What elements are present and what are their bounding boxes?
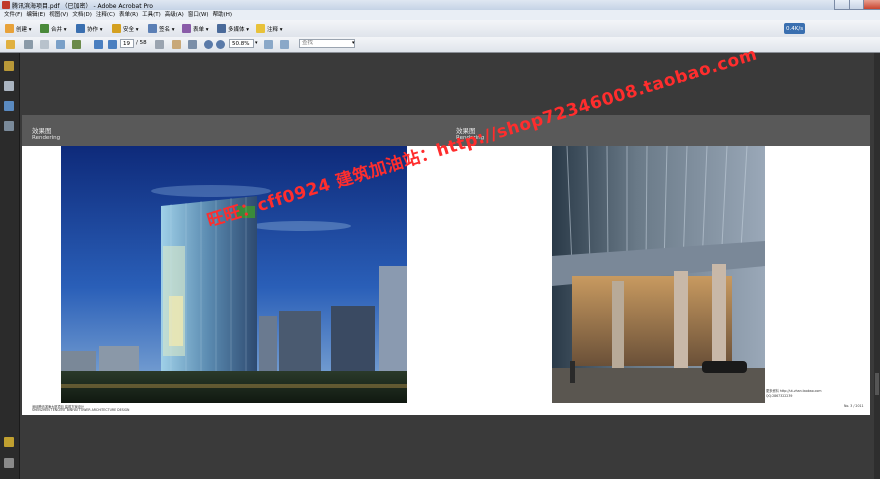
sign-button[interactable]: 签名 ▾ xyxy=(148,23,175,34)
multimedia-icon xyxy=(217,24,226,33)
save-icon[interactable] xyxy=(40,40,49,49)
menu-view[interactable]: 视图(V) xyxy=(49,10,68,20)
minimize-button[interactable] xyxy=(834,0,850,10)
document-page: 效果图 Rendering 效果图 Rendering 深圳腾讯滨海大厦项目 建… xyxy=(22,115,870,415)
scroll-area[interactable] xyxy=(874,53,880,479)
task-toolbar: 创建 ▾ 合并 ▾ 协作 ▾ 安全 ▾ 签名 ▾ 表单 ▾ 多媒体 ▾ 注释 ▾… xyxy=(0,20,880,38)
combine-button[interactable]: 合并 ▾ xyxy=(40,23,67,34)
footer-page-number: No. 3 / 2011 xyxy=(844,404,864,408)
network-speed-badge: 0.4K/s xyxy=(784,23,806,34)
signatures-icon[interactable] xyxy=(4,121,14,131)
zoom-level-field[interactable]: 50.8% xyxy=(229,39,254,48)
close-button[interactable] xyxy=(863,0,880,10)
window-title: 腾讯滨海项目.pdf （已加密） - Adobe Acrobat Pro xyxy=(12,3,153,10)
comment-icon xyxy=(256,24,265,33)
combine-icon xyxy=(40,24,49,33)
fit-page-icon[interactable] xyxy=(264,40,273,49)
acrobat-icon xyxy=(2,1,10,9)
menu-help[interactable]: 帮助(H) xyxy=(213,10,232,20)
page-total: / 58 xyxy=(136,40,147,46)
select-tool-icon[interactable] xyxy=(155,40,164,49)
page-number-field[interactable]: 19 xyxy=(120,39,134,48)
menu-bar: 文件(F) 编辑(E) 视图(V) 文档(D) 注释(C) 表单(R) 工具(T) 高级(A)… xyxy=(0,10,880,20)
maximize-button[interactable] xyxy=(849,0,864,10)
title-bar: 腾讯滨海项目.pdf （已加密） - Adobe Acrobat Pro xyxy=(0,0,880,10)
footer-project-name-en: SHENZHEN TENCENT BINHAI TOWER ARCHITECTU… xyxy=(32,408,130,412)
pages-icon[interactable] xyxy=(4,81,14,91)
email-icon[interactable] xyxy=(56,40,65,49)
collaborate-button[interactable]: 协作 ▾ xyxy=(76,23,103,34)
open-folder-icon[interactable] xyxy=(6,40,15,49)
prev-page-icon[interactable] xyxy=(94,40,103,49)
menu-tools[interactable]: 工具(T) xyxy=(142,10,161,20)
menu-comments[interactable]: 注释(C) xyxy=(96,10,115,20)
forms-button[interactable]: 表单 ▾ xyxy=(182,23,209,34)
forms-icon xyxy=(182,24,191,33)
fit-width-icon[interactable] xyxy=(280,40,289,49)
lock-icon[interactable] xyxy=(4,61,14,71)
marquee-zoom-icon[interactable] xyxy=(188,40,197,49)
menu-window[interactable]: 窗口(W) xyxy=(188,10,209,20)
chevron-down-icon[interactable]: ▾ xyxy=(255,40,258,46)
create-button[interactable]: 创建 ▾ xyxy=(5,23,32,34)
create-pdf-icon xyxy=(5,24,14,33)
navigation-pane xyxy=(0,53,20,479)
bookmarks-icon[interactable] xyxy=(4,101,14,111)
lock-icon xyxy=(112,24,121,33)
pen-icon xyxy=(148,24,157,33)
find-dropdown-icon[interactable]: ▾ xyxy=(352,40,355,46)
next-page-icon[interactable] xyxy=(108,40,117,49)
scrollbar-thumb[interactable] xyxy=(875,373,879,395)
menu-file[interactable]: 文件(F) xyxy=(4,10,22,20)
zoom-in-icon[interactable] xyxy=(216,40,225,49)
zoom-out-icon[interactable] xyxy=(204,40,213,49)
key-icon[interactable] xyxy=(4,437,14,447)
hand-tool-icon[interactable] xyxy=(172,40,181,49)
attachment-icon[interactable] xyxy=(4,458,14,468)
menu-forms[interactable]: 表单(R) xyxy=(119,10,138,20)
organizer-icon[interactable] xyxy=(72,40,81,49)
secure-button[interactable]: 安全 ▾ xyxy=(112,23,139,34)
find-input[interactable] xyxy=(299,39,355,48)
podium-rendering-image xyxy=(552,146,765,403)
print-icon[interactable] xyxy=(24,40,33,49)
comment-button[interactable]: 注释 ▾ xyxy=(256,23,283,34)
menu-document[interactable]: 文档(D) xyxy=(72,10,92,20)
footer-qq: QQ:2867322239 xyxy=(766,394,793,398)
menu-advanced[interactable]: 高级(A) xyxy=(165,10,184,20)
multimedia-button[interactable]: 多媒体 ▾ xyxy=(217,23,249,34)
left-page-title: 效果图 xyxy=(32,127,52,135)
left-page-subtitle: Rendering xyxy=(32,135,61,141)
footer-website: 更多资料 http://ut-zhan.taobao.com xyxy=(766,389,822,393)
collaborate-icon xyxy=(76,24,85,33)
menu-edit[interactable]: 编辑(E) xyxy=(26,10,45,20)
